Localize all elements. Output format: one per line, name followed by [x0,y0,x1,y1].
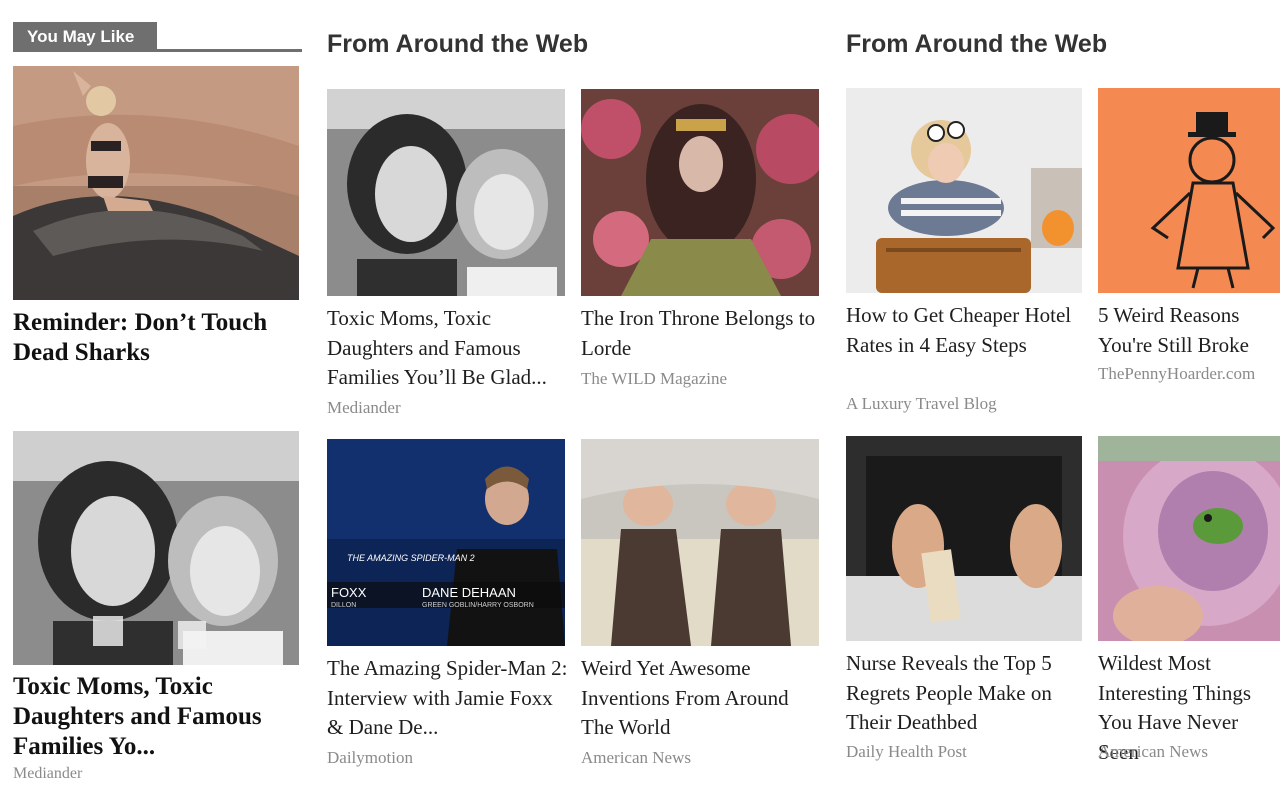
card-source: The WILD Magazine [581,369,728,388]
card-title[interactable]: 5 Weird Reasons You're Still Broke [1098,301,1280,360]
card-title[interactable]: The Iron Throne Belongs to Lorde [581,304,823,363]
around-web-card-toxic-moms[interactable]: Toxic Moms, Toxic Daughters and Famous F… [327,89,565,424]
overlay-name-left: FOXX [331,585,367,600]
deathbed-feet-tag-photo [846,436,1082,641]
card-source: ThePennyHoarder.com [1098,364,1256,383]
vintage-mother-daughter-photo [327,89,565,296]
you-may-like-divider [13,49,302,52]
overlay-role-left: DILLON [331,602,356,609]
around-web-card-weird-inventions[interactable]: Weird Yet Awesome Inventions From Around… [581,439,819,774]
movie-logo-text: THE AMAZING SPIDER-MAN 2 [347,553,475,563]
around-web-card-spider-man[interactable]: THE AMAZING SPIDER-MAN 2 FOXX DILLON DAN… [327,439,567,774]
card-source: A Luxury Travel Blog [846,394,997,413]
you-may-like-tab: You May Like [13,22,157,51]
card-title[interactable]: Reminder: Don’t Touch Dead Sharks [13,308,299,368]
frog-in-flower-photo [1098,436,1280,641]
card-source: American News [581,748,691,767]
card-title[interactable]: How to Get Cheaper Hotel Rates in 4 Easy… [846,301,1088,360]
woman-on-shark-photo [13,66,299,300]
card-title[interactable]: Toxic Moms, Toxic Daughters and Famous F… [13,672,303,762]
you-may-like-card-toxic-moms[interactable]: Toxic Moms, Toxic Daughters and Famous F… [13,431,299,791]
card-title[interactable]: The Amazing Spider-Man 2: Interview with… [327,654,569,743]
card-source: American News [1098,742,1208,761]
section-heading-around-web-1: From Around the Web [327,30,589,58]
hairy-legs-photo [581,439,819,646]
card-title[interactable]: Toxic Moms, Toxic Daughters and Famous F… [327,304,569,393]
woman-suitcase-photo [846,88,1082,293]
around-web-card-wildest-things[interactable]: Wildest Most Interesting Things You Have… [1098,436,1280,771]
card-source: Mediander [13,765,83,782]
overlay-name-right: DANE DEHAAN [422,585,516,600]
card-source: Mediander [327,398,401,417]
section-heading-around-web-2: From Around the Web [846,30,1108,58]
card-source: Daily Health Post [846,742,967,761]
around-web-card-hotel-rates[interactable]: How to Get Cheaper Hotel Rates in 4 Easy… [846,88,1082,423]
vintage-mother-daughter-photo [13,431,299,665]
monopoly-man-illustration [1098,88,1280,293]
lorde-crown-photo [581,89,819,296]
around-web-card-nurse-regrets[interactable]: Nurse Reveals the Top 5 Regrets People M… [846,436,1082,771]
card-title[interactable]: Weird Yet Awesome Inventions From Around… [581,654,823,743]
overlay-role-right: GREEN GOBLIN/HARRY OSBORN [422,602,534,609]
you-may-like-card-shark[interactable]: Reminder: Don’t Touch Dead Sharks [13,66,299,366]
around-web-card-weird-reasons-broke[interactable]: 5 Weird Reasons You're Still Broke ThePe… [1098,88,1280,393]
card-source: Dailymotion [327,748,413,767]
card-title[interactable]: Nurse Reveals the Top 5 Regrets People M… [846,649,1088,738]
around-web-card-iron-throne[interactable]: The Iron Throne Belongs to Lorde The WIL… [581,89,819,394]
spider-man-interview-video-thumbnail: THE AMAZING SPIDER-MAN 2 FOXX DILLON DAN… [327,439,565,646]
